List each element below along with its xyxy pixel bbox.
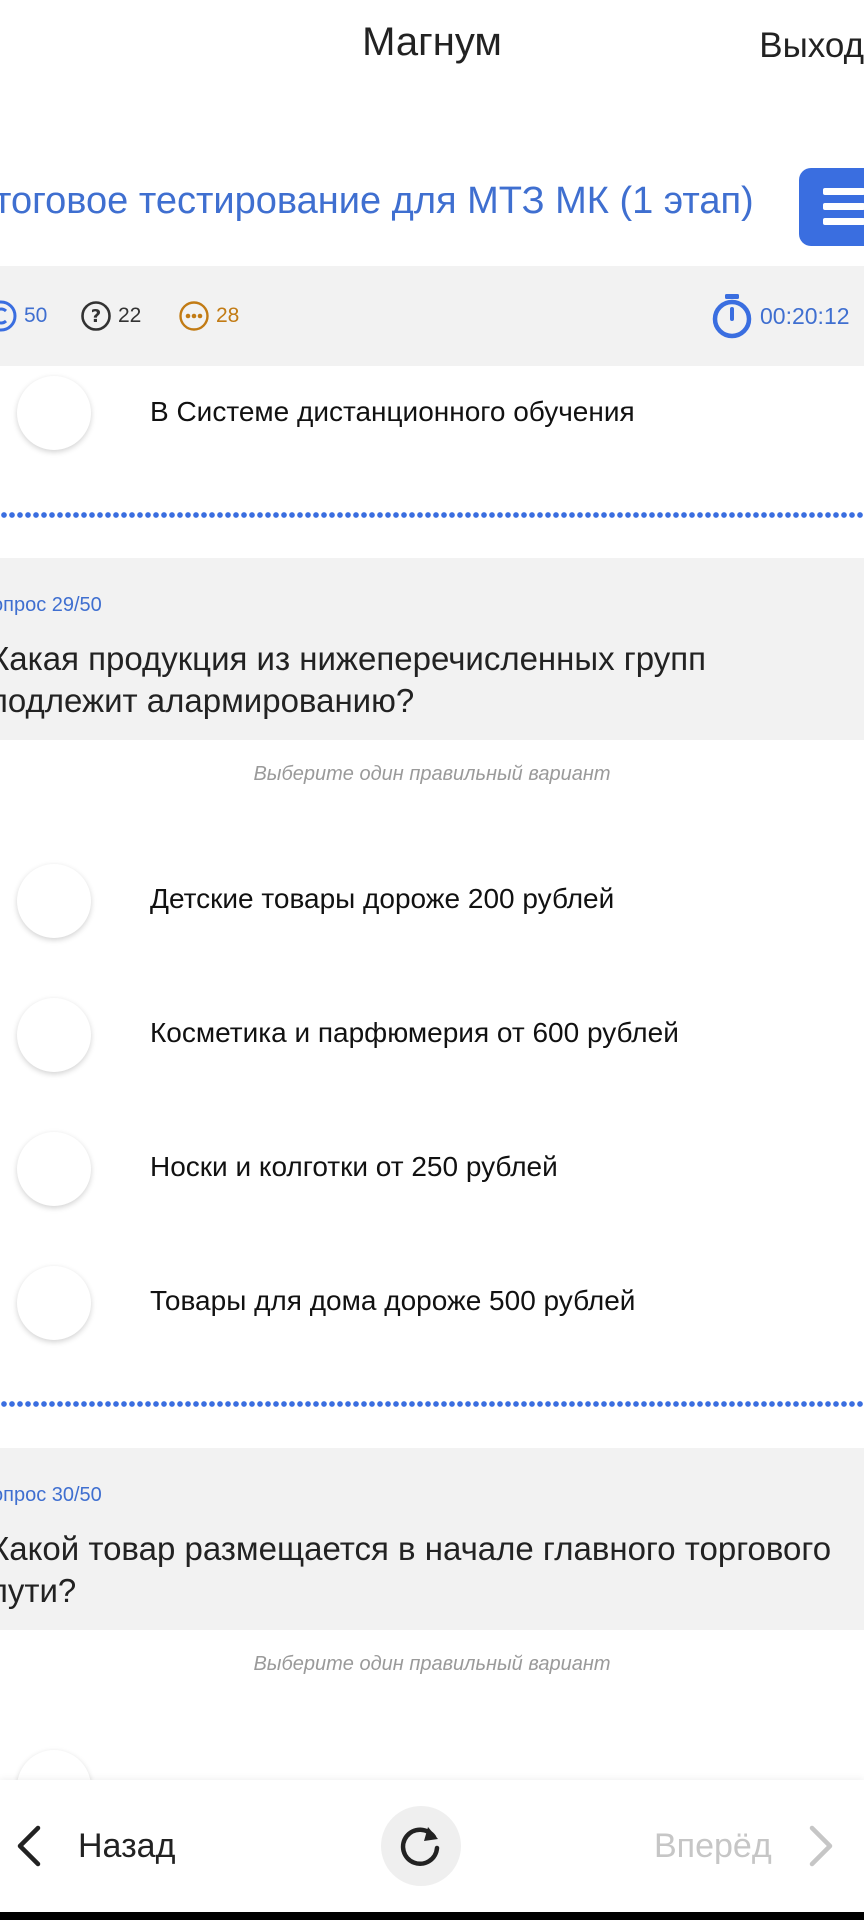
option-radio-2[interactable]: [17, 998, 91, 1072]
more-dots-icon: [179, 301, 209, 331]
test-title: тоговое тестирование для МТЗ МК (1 этап): [0, 180, 754, 222]
answer-hint: Выберите один правильный вариант: [253, 1653, 611, 1675]
reload-button[interactable]: [381, 1806, 461, 1886]
separator: [0, 512, 864, 518]
prev-option-radio[interactable]: [17, 376, 91, 450]
chevron-left-icon: [17, 1825, 41, 1867]
question-29-block: опрос 29/50 Какая продукция из нижепереч…: [0, 558, 864, 740]
exit-button[interactable]: Выход: [759, 26, 864, 66]
stat-total-value: 50: [24, 304, 48, 327]
timer: 00:20:12: [710, 266, 850, 366]
answer-hint: Выберите один правильный вариант: [253, 763, 611, 785]
menu-button[interactable]: [799, 168, 864, 246]
timer-value: 00:20:12: [760, 302, 850, 329]
stat-pending-value: 28: [216, 304, 240, 327]
option-radio-1[interactable]: [17, 864, 91, 938]
stat-pending[interactable]: 28: [178, 266, 239, 366]
refresh-icon: [400, 1827, 440, 1866]
question-number: опрос 30/50: [0, 1484, 102, 1506]
system-nav-strip: [0, 1912, 864, 1920]
stat-unanswered-value: 22: [118, 304, 142, 327]
question-circle-icon: ?: [81, 301, 111, 331]
stopwatch-icon: [712, 294, 752, 339]
option-label-1: Детские товары дороже 200 рублей: [150, 883, 615, 914]
back-label: Назад: [78, 1826, 176, 1865]
option-label-4: Товары для дома дороже 500 рублей: [150, 1285, 636, 1316]
forward-button[interactable]: Вперёд: [654, 1820, 836, 1872]
back-button[interactable]: Назад: [14, 1820, 175, 1872]
app-title: Магнум: [362, 20, 502, 64]
option-label-2: Косметика и парфюмерия от 600 рублей: [150, 1017, 679, 1048]
option-radio-4[interactable]: [17, 1266, 91, 1340]
separator: [0, 1401, 864, 1407]
total-questions-icon: [0, 300, 17, 332]
option-label-3: Носки и колготки от 250 рублей: [150, 1151, 558, 1182]
question-text: Какая продукция из нижеперечисленных гру…: [0, 640, 707, 719]
forward-label: Вперёд: [654, 1826, 772, 1865]
question-number: опрос 29/50: [0, 594, 102, 616]
stats-bar: 50 ? 22 28 00:20:12: [0, 266, 864, 366]
prev-option-label: В Системе дистанционного обучения: [150, 396, 635, 427]
option-radio-3[interactable]: [17, 1132, 91, 1206]
stat-total[interactable]: 50: [0, 266, 47, 366]
svg-text:?: ?: [91, 306, 101, 327]
chevron-right-icon: [809, 1825, 832, 1867]
question-text: Какой товар размещается в начале главног…: [0, 1530, 832, 1609]
stat-unanswered[interactable]: ? 22: [80, 266, 141, 366]
question-30-block: опрос 30/50 Какой товар размещается в на…: [0, 1448, 864, 1630]
